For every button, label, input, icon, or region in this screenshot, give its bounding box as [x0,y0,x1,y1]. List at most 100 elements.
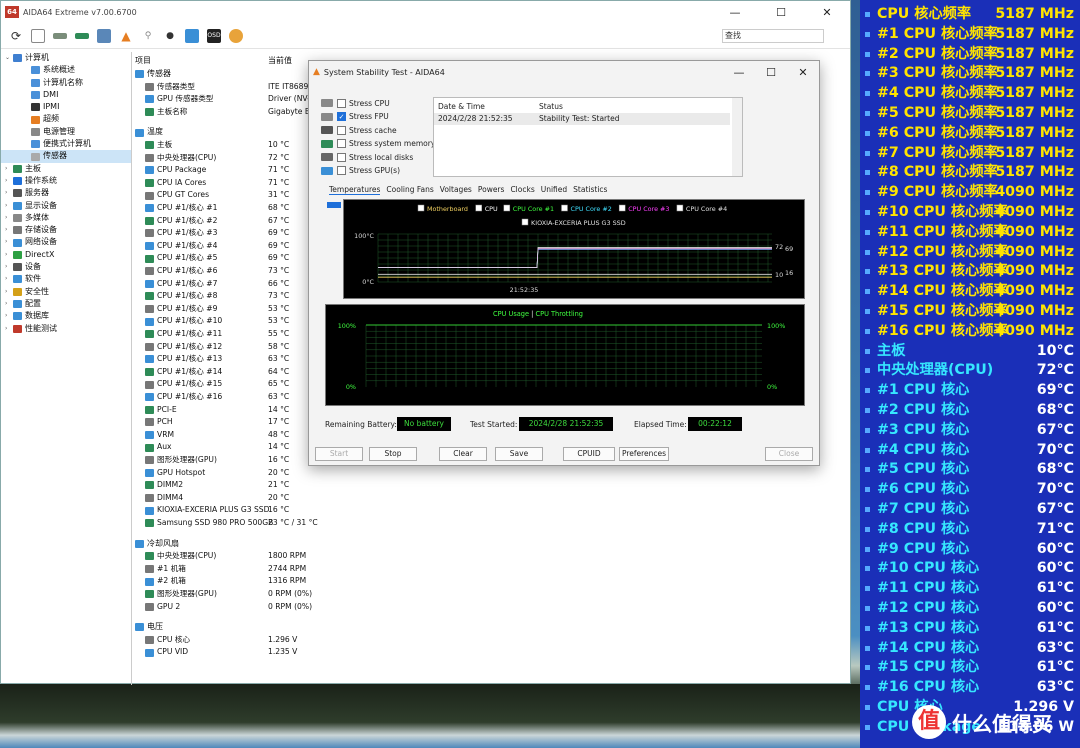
tree-item[interactable]: › 存储设备 [1,224,131,236]
expand-icon[interactable]: › [5,298,13,310]
sensor-row[interactable]: CPU IA Cores [145,177,206,190]
preferences-button[interactable]: Preferences [619,447,669,461]
tree-item[interactable]: › 配置 [1,298,131,310]
tree-item[interactable]: DMI [1,89,131,101]
expand-icon[interactable]: › [5,323,13,335]
expand-icon[interactable]: › [5,249,13,261]
tree-item[interactable]: 电源管理 [1,126,131,138]
tab-voltages[interactable]: Voltages [440,185,472,195]
sensor-row[interactable]: Samsung SSD 980 PRO 500GB [145,517,273,530]
graph-scroll-thumb[interactable] [327,202,341,208]
sensor-row[interactable]: #2 机箱 [145,575,186,588]
sensor-row[interactable]: PCH [145,416,173,429]
sensor-row[interactable]: 传感器类型 [145,81,195,94]
refresh-icon[interactable]: ⟳ [9,29,23,43]
tree-item[interactable]: 传感器 [1,150,131,163]
close-button[interactable]: ✕ [804,6,850,19]
expand-icon[interactable]: › [5,187,13,199]
expand-icon[interactable]: › [5,236,13,248]
tab-powers[interactable]: Powers [478,185,505,195]
sensor-row[interactable]: CPU Package [145,164,206,177]
tree-item[interactable]: ⌄ 计算机 [1,52,131,64]
sensor-row[interactable]: CPU #1/核心 #11 [145,328,222,341]
expand-icon[interactable]: › [5,163,13,175]
sensor-row[interactable]: KIOXIA-EXCERIA PLUS G3 SSD [145,504,269,517]
expand-icon[interactable]: › [5,273,13,285]
sensor-row[interactable]: DIMM2 [145,479,183,492]
expand-icon[interactable]: › [5,200,13,212]
sensor-row[interactable]: CPU #1/核心 #13 [145,353,222,366]
expand-icon[interactable]: › [5,261,13,273]
network-tool-icon[interactable]: ⚲ [141,29,155,43]
osd-icon[interactable]: OSD [207,28,221,43]
tree-item[interactable]: › 软件 [1,273,131,285]
sst-maximize-button[interactable]: ☐ [755,66,787,79]
sensor-row[interactable]: CPU #1/核心 #1 [145,202,217,215]
disk-icon[interactable] [97,28,111,43]
sensor-row[interactable]: 图形处理器(GPU) [145,454,217,467]
tab-cooling-fans[interactable]: Cooling Fans [386,185,433,195]
tree-item[interactable]: › 设备 [1,261,131,273]
sensor-row[interactable]: GPU Hotspot [145,467,205,480]
cpuid-button[interactable]: CPUID [563,447,615,461]
memory-icon[interactable] [75,32,89,39]
sensor-row[interactable]: 主板名称 [145,106,187,119]
sensor-row[interactable]: CPU #1/核心 #15 [145,378,222,391]
tree-item[interactable]: › 服务器 [1,187,131,199]
minimize-button[interactable]: — [712,6,758,19]
expand-icon[interactable]: ⌄ [5,52,13,64]
sensor-row[interactable]: CPU GT Cores [145,189,209,202]
status-scrollbar[interactable] [732,98,742,176]
sensor-row[interactable]: CPU #1/核心 #16 [145,391,222,404]
sensor-row[interactable]: 图形处理器(GPU) [145,588,217,601]
stop-button[interactable]: Stop [369,447,417,461]
sensor-row[interactable]: CPU #1/核心 #6 [145,265,217,278]
sensor-row[interactable]: CPU #1/核心 #14 [145,366,222,379]
tree-item[interactable]: › 多媒体 [1,212,131,224]
sst-close-button[interactable]: ✕ [787,66,819,79]
checkbox[interactable] [337,125,346,135]
checkbox[interactable] [337,166,346,175]
sensor-row[interactable]: VRM [145,429,174,442]
tree-item[interactable]: › 主板 [1,163,131,175]
sensor-row[interactable]: DIMM4 [145,492,183,505]
sensor-row[interactable]: CPU #1/核心 #12 [145,341,222,354]
checkbox[interactable] [337,139,346,148]
sensor-row[interactable]: 中央处理器(CPU) [145,550,216,563]
tree-item[interactable]: 系统概述 [1,64,131,76]
column-header-item[interactable]: 项目 [135,55,151,66]
sensor-row[interactable]: CPU #1/核心 #10 [145,315,222,328]
user-icon[interactable]: ● [163,29,177,43]
expand-icon[interactable]: › [5,224,13,236]
tab-statistics[interactable]: Statistics [573,185,607,195]
sensor-row[interactable]: CPU #1/核心 #2 [145,215,217,228]
report-icon[interactable] [31,28,45,43]
tree-item[interactable]: › 操作系统 [1,175,131,187]
sensor-row[interactable]: #1 机箱 [145,563,186,576]
tree-item[interactable]: IPMI [1,101,131,113]
sensor-row[interactable]: CPU 核心 [145,634,190,647]
status-row[interactable]: 2024/2/28 21:52:35 Stability Test: Start… [434,113,730,125]
start-button[interactable]: Start [315,447,363,461]
tab-unified[interactable]: Unified [541,185,567,195]
tree-item[interactable]: › 性能测试 [1,323,131,335]
stress-option[interactable]: Stress GPU(s) [321,165,400,177]
sensor-row[interactable]: PCI-E [145,404,177,417]
tree-item[interactable]: › 数据库 [1,310,131,322]
cpu-chip-icon[interactable] [53,32,67,39]
stress-option[interactable]: Stress system memory [321,138,435,150]
checkbox[interactable] [337,152,346,162]
sensor-row[interactable]: CPU VID [145,646,188,659]
clear-button[interactable]: Clear [439,447,487,461]
tree-item[interactable]: › 显示设备 [1,200,131,212]
sensor-row[interactable]: Aux [145,441,172,454]
tree-item[interactable]: 计算机名称 [1,77,131,89]
tree-item[interactable]: 超频 [1,113,131,125]
search-input[interactable]: 查找 [722,29,824,43]
tree-item[interactable]: › DirectX [1,249,131,261]
tree-item[interactable]: › 安全性 [1,286,131,298]
expand-icon[interactable]: › [5,212,13,224]
flame-icon[interactable]: ▲ [119,29,133,43]
sensor-row[interactable]: GPU 传感器类型 [145,93,213,106]
sensor-row[interactable]: CPU #1/核心 #4 [145,240,217,253]
